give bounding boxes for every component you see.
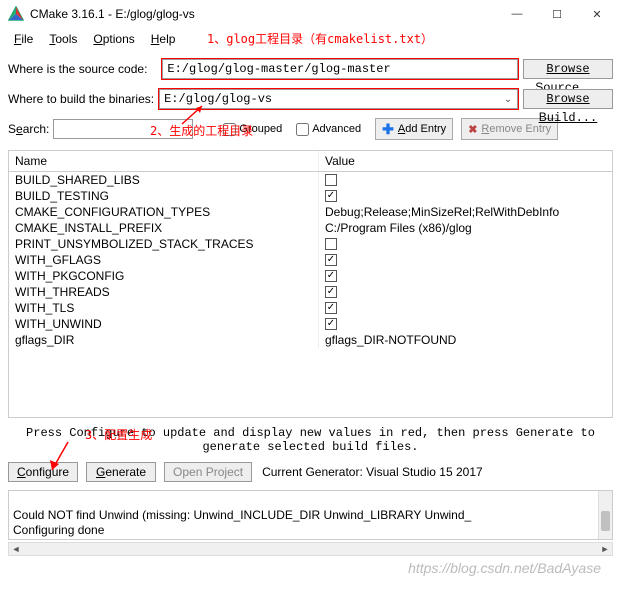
- log-output[interactable]: Could NOT find Unwind (missing: Unwind_I…: [8, 490, 613, 540]
- cache-value[interactable]: [319, 236, 612, 252]
- menu-help[interactable]: Help: [143, 30, 184, 48]
- maximize-button[interactable]: ☐: [537, 2, 577, 26]
- cache-name: CMAKE_CONFIGURATION_TYPES: [9, 204, 319, 220]
- cache-row[interactable]: WITH_TLS: [9, 300, 612, 316]
- cache-row[interactable]: CMAKE_CONFIGURATION_TYPESDebug;Release;M…: [9, 204, 612, 220]
- cache-name: CMAKE_INSTALL_PREFIX: [9, 220, 319, 236]
- open-project-button[interactable]: Open Project: [164, 462, 252, 482]
- generate-button[interactable]: Generate: [86, 462, 156, 482]
- cache-value[interactable]: [319, 268, 612, 284]
- chevron-down-icon[interactable]: ⌄: [500, 91, 516, 107]
- col-value-header[interactable]: Value: [319, 151, 612, 171]
- cache-row[interactable]: WITH_GFLAGS: [9, 252, 612, 268]
- advanced-checkbox[interactable]: Advanced: [296, 123, 361, 136]
- add-entry-button[interactable]: ✚Add Entry: [375, 118, 453, 140]
- cache-row[interactable]: CMAKE_INSTALL_PREFIXC:/Program Files (x8…: [9, 220, 612, 236]
- cache-row[interactable]: WITH_THREADS: [9, 284, 612, 300]
- cache-name: gflags_DIR: [9, 332, 319, 348]
- cache-value[interactable]: [319, 316, 612, 332]
- cache-name: BUILD_TESTING: [9, 188, 319, 204]
- checkbox-icon[interactable]: [325, 318, 337, 330]
- cache-value[interactable]: [319, 284, 612, 300]
- cache-name: BUILD_SHARED_LIBS: [9, 172, 319, 188]
- horizontal-scrollbar[interactable]: ◄►: [8, 542, 613, 556]
- close-button[interactable]: ✕: [577, 2, 617, 26]
- help-text: Press Configure to update and display ne…: [0, 422, 621, 458]
- source-label: Where is the source code:: [8, 62, 157, 76]
- browse-build-button[interactable]: Browse Build...: [523, 89, 613, 109]
- checkbox-icon[interactable]: [325, 238, 337, 250]
- cache-name: WITH_PKGCONFIG: [9, 268, 319, 284]
- cache-name: WITH_GFLAGS: [9, 252, 319, 268]
- search-label: Search:: [8, 122, 49, 136]
- configure-button[interactable]: Configure: [8, 462, 78, 482]
- minimize-button[interactable]: —: [497, 2, 537, 26]
- cache-value[interactable]: [319, 188, 612, 204]
- checkbox-icon[interactable]: [325, 270, 337, 282]
- cache-row[interactable]: BUILD_TESTING: [9, 188, 612, 204]
- cache-value[interactable]: Debug;Release;MinSizeRel;RelWithDebInfo: [319, 204, 612, 220]
- source-path-input[interactable]: [162, 59, 518, 79]
- window-title: CMake 3.16.1 - E:/glog/glog-vs: [30, 7, 497, 21]
- current-generator-label: Current Generator: Visual Studio 15 2017: [262, 465, 483, 479]
- checkbox-icon[interactable]: [325, 302, 337, 314]
- menu-tools[interactable]: Tools: [41, 30, 85, 48]
- cache-row[interactable]: PRINT_UNSYMBOLIZED_STACK_TRACES: [9, 236, 612, 252]
- cache-value[interactable]: [319, 300, 612, 316]
- cache-value[interactable]: C:/Program Files (x86)/glog: [319, 220, 612, 236]
- cache-row[interactable]: WITH_PKGCONFIG: [9, 268, 612, 284]
- checkbox-icon[interactable]: [325, 190, 337, 202]
- build-label: Where to build the binaries:: [8, 92, 154, 106]
- checkbox-icon[interactable]: [325, 286, 337, 298]
- vertical-scrollbar[interactable]: [598, 491, 612, 539]
- cmake-logo-icon: [8, 6, 24, 22]
- cache-value[interactable]: [319, 172, 612, 188]
- cache-row[interactable]: BUILD_SHARED_LIBS: [9, 172, 612, 188]
- watermark: https://blog.csdn.net/BadAyase: [408, 560, 601, 576]
- cache-value[interactable]: [319, 252, 612, 268]
- menu-options[interactable]: Options: [85, 30, 142, 48]
- cache-value[interactable]: gflags_DIR-NOTFOUND: [319, 332, 612, 348]
- grouped-checkbox[interactable]: Grouped: [223, 123, 282, 136]
- build-path-input[interactable]: [159, 89, 518, 109]
- menu-file[interactable]: File: [6, 30, 41, 48]
- cache-name: WITH_THREADS: [9, 284, 319, 300]
- cache-name: PRINT_UNSYMBOLIZED_STACK_TRACES: [9, 236, 319, 252]
- cache-row[interactable]: WITH_UNWIND: [9, 316, 612, 332]
- checkbox-icon[interactable]: [325, 174, 337, 186]
- col-name-header[interactable]: Name: [9, 151, 319, 171]
- search-input[interactable]: [53, 119, 193, 139]
- cache-name: WITH_UNWIND: [9, 316, 319, 332]
- browse-source-button[interactable]: Browse Source...: [523, 59, 613, 79]
- cache-name: WITH_TLS: [9, 300, 319, 316]
- checkbox-icon[interactable]: [325, 254, 337, 266]
- cache-row[interactable]: gflags_DIRgflags_DIR-NOTFOUND: [9, 332, 612, 348]
